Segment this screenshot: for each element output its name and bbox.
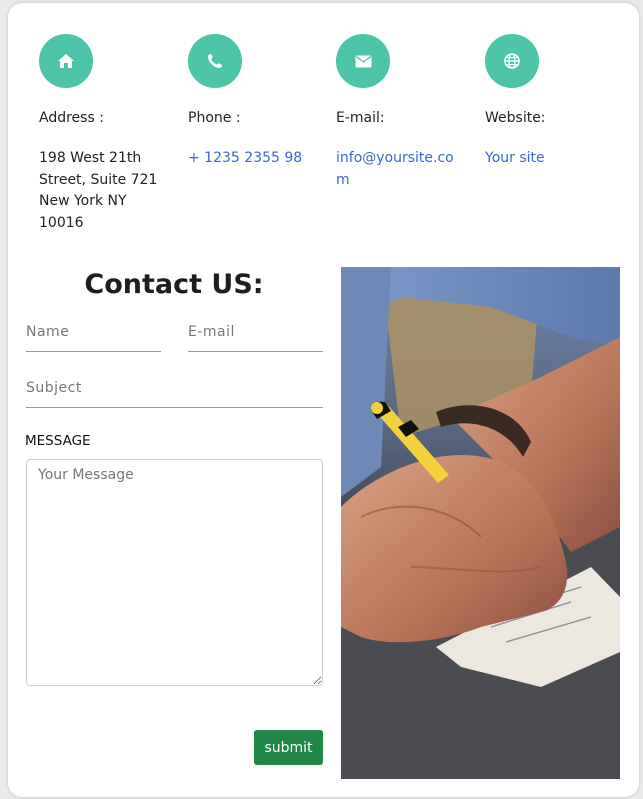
- message-label: MESSAGE: [25, 433, 91, 449]
- website-link[interactable]: Your site: [485, 148, 615, 170]
- info-address-value: 198 West 21th Street, Suite 721 New York…: [39, 150, 158, 231]
- info-email-label: E-mail:: [336, 110, 385, 126]
- globe-icon: [485, 34, 539, 88]
- info-website-label: Website:: [485, 110, 546, 126]
- email-input[interactable]: [188, 312, 323, 352]
- submit-button[interactable]: submit: [254, 730, 323, 765]
- info-phone-label: Phone :: [188, 110, 241, 126]
- home-icon: [39, 34, 93, 88]
- message-textarea[interactable]: [26, 459, 323, 686]
- hand-writing-photo: [341, 267, 620, 779]
- phone-link[interactable]: + 1235 2355 98: [188, 148, 318, 170]
- subject-input[interactable]: [26, 368, 323, 408]
- info-phone: Phone : + 1235 2355 98: [188, 34, 318, 170]
- name-input[interactable]: [26, 312, 161, 352]
- email-link[interactable]: info@yoursite.co m: [336, 148, 466, 191]
- envelope-icon: [336, 34, 390, 88]
- contact-card: Address : 198 West 21th Street, Suite 72…: [8, 3, 639, 797]
- info-website: Website: Your site: [485, 34, 615, 170]
- phone-icon: [188, 34, 242, 88]
- contact-title: Contact US:: [84, 269, 264, 300]
- info-email: E-mail: info@yoursite.co m: [336, 34, 466, 191]
- info-address-label: Address :: [39, 110, 104, 126]
- info-address: Address : 198 West 21th Street, Suite 72…: [39, 34, 169, 234]
